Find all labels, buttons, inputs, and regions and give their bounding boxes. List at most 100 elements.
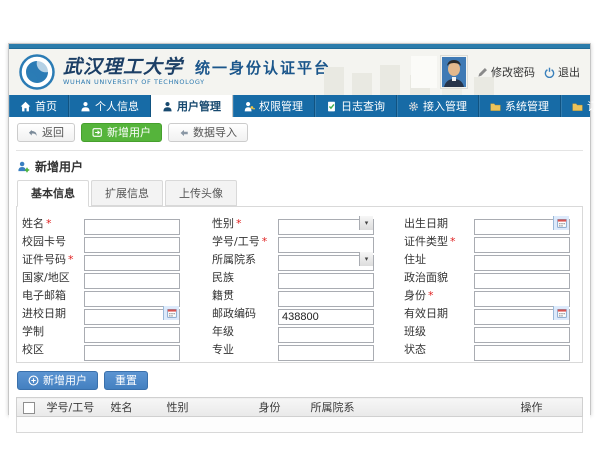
table-header-row: 学号/工号 姓名 性别 身份 所属院系 操作 xyxy=(17,398,583,417)
tab-extended-info[interactable]: 扩展信息 xyxy=(91,180,163,206)
form-row: 电子邮箱 籍贯 身份* xyxy=(22,286,577,303)
address-label: 住址 xyxy=(404,251,474,267)
chevron-down-icon[interactable]: ▾ xyxy=(359,216,373,230)
nav-item-log-query[interactable]: 日志查询 xyxy=(315,95,397,117)
add-person-icon xyxy=(18,161,30,173)
change-password-link[interactable]: 修改密码 xyxy=(477,64,535,80)
nav-item-subscription-management[interactable]: 订阅管理 xyxy=(561,95,600,117)
nav-item-system-management[interactable]: 系统管理 xyxy=(479,95,561,117)
tab-basic-info[interactable]: 基本信息 xyxy=(17,180,89,207)
status-label: 状态 xyxy=(404,341,474,357)
campus-input[interactable] xyxy=(84,345,180,361)
tab-upload-avatar[interactable]: 上传头像 xyxy=(165,180,237,206)
required-marker: * xyxy=(236,217,242,230)
pencil-icon xyxy=(477,67,488,78)
user-list-table: 学号/工号 姓名 性别 身份 所属院系 操作 xyxy=(16,397,583,433)
name-field xyxy=(84,215,180,231)
back-arrow-icon xyxy=(28,128,38,138)
major-field xyxy=(278,341,374,357)
calendar-icon[interactable] xyxy=(553,216,569,230)
id-type-field xyxy=(474,233,570,249)
app-window: 武汉理工大学 统一身份认证平台 WUHAN UNIVERSITY OF TECH… xyxy=(8,43,591,415)
back-label: 返回 xyxy=(42,127,64,138)
student-id-label: 学号/工号* xyxy=(212,233,278,249)
postal-code-field xyxy=(278,305,374,321)
ethnicity-label: 民族 xyxy=(212,269,278,285)
nav-label: 接入管理 xyxy=(423,98,467,114)
postal-code-label: 邮政编码 xyxy=(212,305,278,321)
nav-item-access-management[interactable]: 接入管理 xyxy=(397,95,479,117)
platform-title: 统一身份认证平台 xyxy=(195,61,331,77)
gender-label: 性别* xyxy=(212,215,278,231)
id-number-field xyxy=(84,251,180,267)
calendar-icon[interactable] xyxy=(553,306,569,320)
col-actions: 操作 xyxy=(515,398,583,417)
data-import-label: 数据导入 xyxy=(193,127,237,138)
birth-date-label: 出生日期 xyxy=(404,215,474,231)
form-tabs: 基本信息 扩展信息 上传头像 xyxy=(17,180,582,206)
identity-label: 身份* xyxy=(404,287,474,303)
nav-label: 用户管理 xyxy=(177,98,221,114)
select-all-checkbox[interactable] xyxy=(23,402,35,414)
country-label: 国家/地区 xyxy=(22,269,84,285)
form-row: 证件号码* 所属院系 ▾ 住址 xyxy=(22,250,577,267)
nav-item-user-management[interactable]: 用户管理 xyxy=(151,95,233,117)
add-user-toolbar-button[interactable]: 新增用户 xyxy=(81,123,162,142)
chevron-down-icon[interactable]: ▾ xyxy=(359,252,373,266)
header-user-area: 修改密码 退出 xyxy=(440,55,580,89)
nav-label: 日志查询 xyxy=(341,98,385,114)
back-button[interactable]: 返回 xyxy=(17,123,75,142)
form-row: 姓名* 性别* ▾ 出生日期 xyxy=(22,214,577,231)
submit-add-user-button[interactable]: 新增用户 xyxy=(17,371,98,390)
department-label: 所属院系 xyxy=(212,251,278,267)
education-length-field xyxy=(84,323,180,339)
major-label: 专业 xyxy=(212,341,278,357)
empty-table-body xyxy=(17,417,583,433)
political-status-field xyxy=(474,269,570,285)
change-password-label: 修改密码 xyxy=(491,64,535,80)
folder-icon xyxy=(490,101,501,112)
entry-date-field xyxy=(84,305,180,321)
entry-date-label: 进校日期 xyxy=(22,305,84,321)
nav-item-personal-info[interactable]: 个人信息 xyxy=(69,95,151,117)
education-length-label: 学制 xyxy=(22,323,84,339)
title-block: 武汉理工大学 统一身份认证平台 WUHAN UNIVERSITY OF TECH… xyxy=(63,58,331,86)
status-input[interactable] xyxy=(474,345,570,361)
logout-label: 退出 xyxy=(558,64,580,80)
birth-date-field xyxy=(474,215,570,231)
section-header: 新增用户 xyxy=(18,158,581,175)
reset-button[interactable]: 重置 xyxy=(104,371,148,390)
toolbar: 返回 新增用户 数据导入 xyxy=(16,117,583,151)
col-department: 所属院系 xyxy=(305,398,515,417)
submit-add-user-label: 新增用户 xyxy=(43,375,87,386)
name-label: 姓名* xyxy=(22,215,84,231)
select-all-cell xyxy=(17,398,41,417)
university-name: 武汉理工大学 xyxy=(63,58,183,78)
gender-field: ▾ xyxy=(278,215,374,231)
nav-item-home[interactable]: 首页 xyxy=(9,95,69,117)
required-marker: * xyxy=(68,253,74,266)
nav-label: 系统管理 xyxy=(505,98,549,114)
calendar-icon[interactable] xyxy=(163,306,179,320)
department-field: ▾ xyxy=(278,251,374,267)
class-label: 班级 xyxy=(404,323,474,339)
major-input[interactable] xyxy=(278,345,374,361)
logout-link[interactable]: 退出 xyxy=(544,64,580,80)
native-place-label: 籍贯 xyxy=(212,287,278,303)
grade-label: 年级 xyxy=(212,323,278,339)
address-field xyxy=(474,251,570,267)
data-import-button[interactable]: 数据导入 xyxy=(168,123,248,142)
campus-card-field xyxy=(84,233,180,249)
form-row: 校园卡号 学号/工号* 证件类型* xyxy=(22,232,577,249)
nav-label: 订阅管理 xyxy=(587,98,600,114)
student-id-field xyxy=(278,233,374,249)
header: 武汉理工大学 统一身份认证平台 WUHAN UNIVERSITY OF TECH… xyxy=(9,49,590,95)
nav-label: 权限管理 xyxy=(259,98,303,114)
email-label: 电子邮箱 xyxy=(22,287,84,303)
col-gender: 性别 xyxy=(161,398,253,417)
col-identity: 身份 xyxy=(253,398,305,417)
country-field xyxy=(84,269,180,285)
folder-icon xyxy=(572,101,583,112)
ethnicity-field xyxy=(278,269,374,285)
nav-item-permission-management[interactable]: 权限管理 xyxy=(233,95,315,117)
